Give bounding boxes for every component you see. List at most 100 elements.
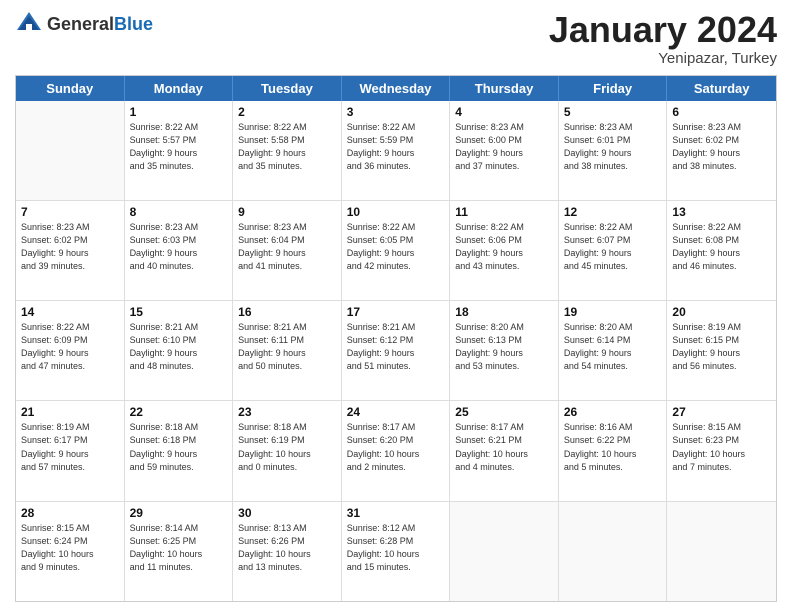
day-number: 3	[347, 105, 445, 119]
calendar-cell: 19 Sunrise: 8:20 AM Sunset: 6:14 PM Dayli…	[559, 301, 668, 400]
calendar-cell: 31 Sunrise: 8:12 AM Sunset: 6:28 PM Dayli…	[342, 502, 451, 601]
location: Yenipazar, Turkey	[549, 50, 777, 67]
day-number: 7	[21, 205, 119, 219]
day-number: 26	[564, 405, 662, 419]
weekday-header-sunday: Sunday	[16, 76, 125, 101]
day-info: Sunrise: 8:15 AM Sunset: 6:23 PM Dayligh…	[672, 421, 771, 473]
day-number: 14	[21, 305, 119, 319]
calendar-cell	[16, 101, 125, 200]
day-info: Sunrise: 8:18 AM Sunset: 6:18 PM Dayligh…	[130, 421, 228, 473]
calendar-cell: 11Sunrise: 8:22 AM Sunset: 6:06 PM Dayli…	[450, 201, 559, 300]
day-number: 13	[672, 205, 771, 219]
calendar-cell: 22 Sunrise: 8:18 AM Sunset: 6:18 PM Dayli…	[125, 401, 234, 500]
calendar-row-0: 1Sunrise: 8:22 AM Sunset: 5:57 PM Daylig…	[16, 101, 776, 201]
day-number: 18	[455, 305, 553, 319]
day-number: 16	[238, 305, 336, 319]
day-info: Sunrise: 8:23 AM Sunset: 6:02 PM Dayligh…	[672, 121, 771, 173]
calendar-cell	[559, 502, 668, 601]
day-info: Sunrise: 8:13 AM Sunset: 6:26 PM Dayligh…	[238, 522, 336, 574]
calendar-cell: 15 Sunrise: 8:21 AM Sunset: 6:10 PM Dayli…	[125, 301, 234, 400]
day-info: Sunrise: 8:12 AM Sunset: 6:28 PM Dayligh…	[347, 522, 445, 574]
day-number: 9	[238, 205, 336, 219]
logo-blue: Blue	[114, 14, 153, 34]
day-info: Sunrise: 8:20 AM Sunset: 6:13 PM Dayligh…	[455, 321, 553, 373]
day-info: Sunrise: 8:23 AM Sunset: 6:04 PM Dayligh…	[238, 221, 336, 273]
calendar-cell: 3Sunrise: 8:22 AM Sunset: 5:59 PM Daylig…	[342, 101, 451, 200]
calendar-row-3: 21Sunrise: 8:19 AM Sunset: 6:17 PM Dayli…	[16, 401, 776, 501]
calendar-row-1: 7 Sunrise: 8:23 AM Sunset: 6:02 PM Daylig…	[16, 201, 776, 301]
weekday-header-saturday: Saturday	[667, 76, 776, 101]
day-info: Sunrise: 8:18 AM Sunset: 6:19 PM Dayligh…	[238, 421, 336, 473]
calendar-cell	[450, 502, 559, 601]
calendar-cell: 24Sunrise: 8:17 AM Sunset: 6:20 PM Dayli…	[342, 401, 451, 500]
day-info: Sunrise: 8:23 AM Sunset: 6:01 PM Dayligh…	[564, 121, 662, 173]
day-info: Sunrise: 8:16 AM Sunset: 6:22 PM Dayligh…	[564, 421, 662, 473]
day-info: Sunrise: 8:20 AM Sunset: 6:14 PM Dayligh…	[564, 321, 662, 373]
day-info: Sunrise: 8:19 AM Sunset: 6:15 PM Dayligh…	[672, 321, 771, 373]
calendar-cell: 25Sunrise: 8:17 AM Sunset: 6:21 PM Dayli…	[450, 401, 559, 500]
day-info: Sunrise: 8:22 AM Sunset: 5:58 PM Dayligh…	[238, 121, 336, 173]
weekday-header-wednesday: Wednesday	[342, 76, 451, 101]
month-title: January 2024	[549, 10, 777, 50]
day-info: Sunrise: 8:15 AM Sunset: 6:24 PM Dayligh…	[21, 522, 119, 574]
day-info: Sunrise: 8:22 AM Sunset: 6:07 PM Dayligh…	[564, 221, 662, 273]
calendar-cell: 1Sunrise: 8:22 AM Sunset: 5:57 PM Daylig…	[125, 101, 234, 200]
calendar-cell: 29 Sunrise: 8:14 AM Sunset: 6:25 PM Dayli…	[125, 502, 234, 601]
calendar-row-4: 28 Sunrise: 8:15 AM Sunset: 6:24 PM Dayli…	[16, 502, 776, 601]
calendar-cell: 28 Sunrise: 8:15 AM Sunset: 6:24 PM Dayli…	[16, 502, 125, 601]
day-number: 22	[130, 405, 228, 419]
header-right: January 2024 Yenipazar, Turkey	[549, 10, 777, 67]
calendar-row-2: 14 Sunrise: 8:22 AM Sunset: 6:09 PM Dayli…	[16, 301, 776, 401]
calendar-cell: 30Sunrise: 8:13 AM Sunset: 6:26 PM Dayli…	[233, 502, 342, 601]
day-info: Sunrise: 8:21 AM Sunset: 6:12 PM Dayligh…	[347, 321, 445, 373]
calendar-cell: 7 Sunrise: 8:23 AM Sunset: 6:02 PM Daylig…	[16, 201, 125, 300]
day-number: 4	[455, 105, 553, 119]
logo-text: GeneralBlue	[47, 14, 153, 35]
day-info: Sunrise: 8:22 AM Sunset: 6:08 PM Dayligh…	[672, 221, 771, 273]
day-number: 5	[564, 105, 662, 119]
calendar-cell: 6 Sunrise: 8:23 AM Sunset: 6:02 PM Daylig…	[667, 101, 776, 200]
day-number: 19	[564, 305, 662, 319]
page: GeneralBlue January 2024 Yenipazar, Turk…	[0, 0, 792, 612]
day-number: 24	[347, 405, 445, 419]
day-number: 12	[564, 205, 662, 219]
logo-icon	[15, 10, 43, 38]
day-info: Sunrise: 8:17 AM Sunset: 6:21 PM Dayligh…	[455, 421, 553, 473]
calendar-cell: 10 Sunrise: 8:22 AM Sunset: 6:05 PM Dayli…	[342, 201, 451, 300]
day-info: Sunrise: 8:14 AM Sunset: 6:25 PM Dayligh…	[130, 522, 228, 574]
day-info: Sunrise: 8:22 AM Sunset: 6:09 PM Dayligh…	[21, 321, 119, 373]
day-info: Sunrise: 8:23 AM Sunset: 6:00 PM Dayligh…	[455, 121, 553, 173]
weekday-header-thursday: Thursday	[450, 76, 559, 101]
calendar-cell: 17Sunrise: 8:21 AM Sunset: 6:12 PM Dayli…	[342, 301, 451, 400]
day-info: Sunrise: 8:19 AM Sunset: 6:17 PM Dayligh…	[21, 421, 119, 473]
calendar-cell: 13 Sunrise: 8:22 AM Sunset: 6:08 PM Dayli…	[667, 201, 776, 300]
calendar-cell: 12 Sunrise: 8:22 AM Sunset: 6:07 PM Dayli…	[559, 201, 668, 300]
day-number: 8	[130, 205, 228, 219]
day-number: 28	[21, 506, 119, 520]
header: GeneralBlue January 2024 Yenipazar, Turk…	[15, 10, 777, 67]
day-info: Sunrise: 8:23 AM Sunset: 6:03 PM Dayligh…	[130, 221, 228, 273]
day-number: 29	[130, 506, 228, 520]
day-number: 27	[672, 405, 771, 419]
calendar-cell: 8 Sunrise: 8:23 AM Sunset: 6:03 PM Daylig…	[125, 201, 234, 300]
calendar-cell: 27 Sunrise: 8:15 AM Sunset: 6:23 PM Dayli…	[667, 401, 776, 500]
day-info: Sunrise: 8:22 AM Sunset: 6:06 PM Dayligh…	[455, 221, 553, 273]
day-number: 6	[672, 105, 771, 119]
calendar-cell	[667, 502, 776, 601]
logo: GeneralBlue	[15, 10, 153, 38]
day-number: 23	[238, 405, 336, 419]
calendar-cell: 5 Sunrise: 8:23 AM Sunset: 6:01 PM Daylig…	[559, 101, 668, 200]
day-number: 15	[130, 305, 228, 319]
calendar-cell: 26 Sunrise: 8:16 AM Sunset: 6:22 PM Dayli…	[559, 401, 668, 500]
calendar-cell: 9 Sunrise: 8:23 AM Sunset: 6:04 PM Daylig…	[233, 201, 342, 300]
weekday-header-friday: Friday	[559, 76, 668, 101]
logo-general: General	[47, 14, 114, 34]
day-info: Sunrise: 8:22 AM Sunset: 6:05 PM Dayligh…	[347, 221, 445, 273]
day-number: 31	[347, 506, 445, 520]
day-info: Sunrise: 8:23 AM Sunset: 6:02 PM Dayligh…	[21, 221, 119, 273]
day-number: 10	[347, 205, 445, 219]
day-info: Sunrise: 8:21 AM Sunset: 6:11 PM Dayligh…	[238, 321, 336, 373]
calendar-body: 1Sunrise: 8:22 AM Sunset: 5:57 PM Daylig…	[16, 101, 776, 601]
weekday-header-tuesday: Tuesday	[233, 76, 342, 101]
day-info: Sunrise: 8:21 AM Sunset: 6:10 PM Dayligh…	[130, 321, 228, 373]
